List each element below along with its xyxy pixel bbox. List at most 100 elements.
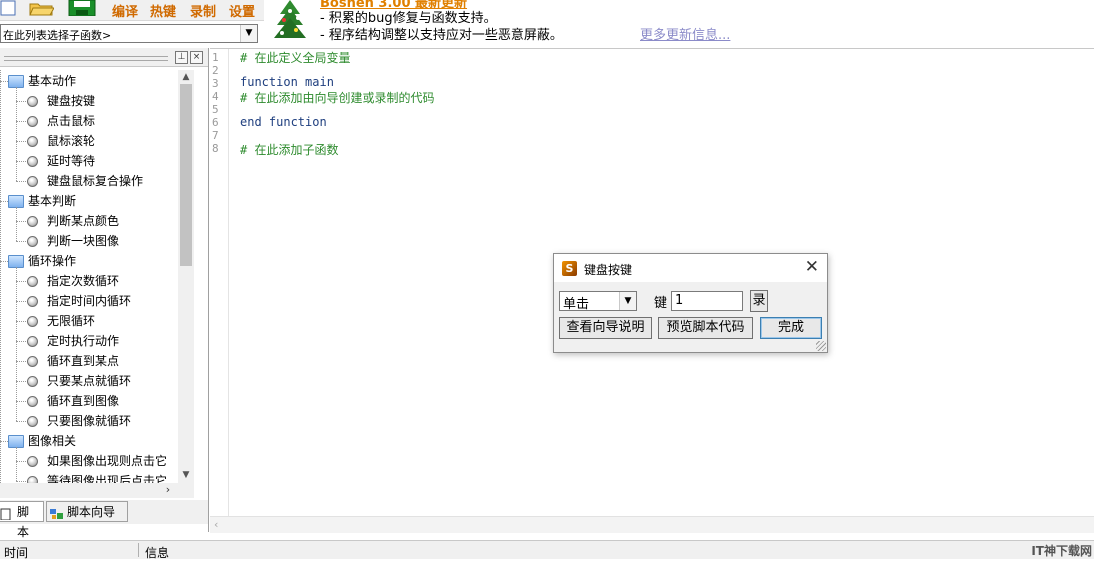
panel-grip[interactable] [4,56,168,61]
tree-item-label: 点击鼠标 [47,114,96,128]
tree-item-label: 循环直到图像 [47,394,120,408]
script-icon [0,506,13,521]
watermark: IT神下载网 [1031,544,1092,558]
command-bullet-icon [27,296,38,307]
tree-item-label: 延时等待 [47,154,96,168]
tree-connector [16,141,26,142]
line-number: 6 [212,116,219,129]
command-bullet-icon [27,216,38,227]
news-line-2: - 程序结构调整以支持应对一些恶意屏蔽。 [320,28,563,43]
command-bullet-icon [27,476,38,483]
tab-script[interactable]: 脚本 [0,501,44,539]
command-bullet-icon [27,96,38,107]
tree-connector [16,207,17,241]
command-bullet-icon [27,116,38,127]
command-bullet-icon [27,376,38,387]
open-folder-icon[interactable] [28,0,55,16]
tree-connector [16,481,26,482]
left-panel-header: ⊥ × [0,48,208,67]
close-icon[interactable]: ✕ [805,257,819,277]
scroll-down-arrow-icon[interactable]: ▼ [178,468,194,482]
dialog-title: 键盘按键 [584,263,633,277]
press-mode-value: 单击 [563,297,590,312]
resize-grip-icon[interactable] [816,341,826,351]
record-button[interactable]: 录制 [190,1,216,20]
record-key-button[interactable]: 录 [750,290,768,312]
new-file-icon[interactable] [0,0,22,16]
tree-connector [16,121,26,122]
tree-horizontal-scrollbar[interactable]: › [0,483,194,498]
status-separator [138,543,139,557]
chevron-down-icon[interactable]: ▼ [619,292,636,310]
tree-connector [16,381,26,382]
command-bullet-icon [27,176,38,187]
command-tree: 基本动作 键盘按键 点击鼠标 鼠标滚轮 延时等待 键盘鼠标复合操作 基本判断 判断某点颜色 判断… [0,70,178,483]
panel-dock-button[interactable]: ⊥ [175,51,188,64]
view-wizard-help-button[interactable]: 查看向导说明 [559,317,652,339]
tree-item-label: 键盘按键 [47,94,96,108]
tree-group-label: 图像相关 [28,434,77,448]
chevron-down-icon[interactable]: ▼ [240,25,257,42]
dialog-titlebar[interactable]: S 键盘按键 ✕ [554,254,827,282]
tree-connector [16,221,26,222]
tree-connector [16,301,26,302]
preview-script-button[interactable]: 预览脚本代码 [658,317,753,339]
hotkey-button[interactable]: 热键 [150,1,176,20]
tree-item-label: 指定时间内循环 [47,294,132,308]
scroll-left-arrow-icon[interactable]: ‹ [214,518,218,531]
tree-group-label: 基本动作 [28,74,77,88]
command-bullet-icon [27,156,38,167]
command-bullet-icon [27,416,38,427]
editor-horizontal-scrollbar[interactable]: ‹ [210,516,1094,533]
tree-item-label: 定时执行动作 [47,334,120,348]
tree-vertical-scrollbar[interactable]: ▲ ▼ [178,70,194,483]
done-button[interactable]: 完成 [760,317,822,339]
settings-button[interactable]: 设置 [229,1,255,20]
tree-connector [16,87,17,181]
tree-item-label: 无限循环 [47,314,96,328]
more-updates-link[interactable]: 更多更新信息... [640,24,730,43]
tree-connector [16,181,26,182]
tree-connector [16,447,17,481]
function-select-value: 在此列表选择子函数> [3,29,112,42]
tree-group-label: 基本判断 [28,194,77,208]
command-bullet-icon [27,276,38,287]
tab-script-wizard[interactable]: 脚本向导 [46,501,128,522]
line-number: 3 [212,77,219,90]
line-number: 1 [212,51,219,64]
scroll-thumb[interactable] [180,84,192,266]
function-select[interactable]: 在此列表选择子函数> ▼ [0,24,258,43]
tree-connector [16,161,26,162]
line-number-gutter: 12345678 [210,49,229,517]
tree-item-label: 只要图像就循环 [47,414,132,428]
tree-item-label: 循环直到某点 [47,354,120,368]
tree-item-label: 判断某点颜色 [47,214,120,228]
code-comment: # 在此添加子函数 [240,143,339,157]
command-bullet-icon [27,336,38,347]
key-input[interactable]: 1 [671,291,743,311]
command-bullet-icon [27,396,38,407]
tree-item-label: 键盘鼠标复合操作 [47,174,144,188]
command-bullet-icon [27,136,38,147]
command-bullet-icon [27,316,38,327]
christmas-tree-icon [272,0,308,42]
compile-button[interactable]: 编译 [112,1,138,20]
tree-connector [0,261,8,262]
app-logo-icon: S [562,261,577,276]
scroll-right-arrow-icon[interactable]: › [160,483,176,498]
wizard-icon [50,506,63,519]
tree-connector [16,281,26,282]
save-icon[interactable] [68,0,96,17]
tree-item-label: 等待图像出现后点击它 [47,474,168,483]
scroll-up-arrow-icon[interactable]: ▲ [178,70,194,84]
tree-connector [16,241,26,242]
tab-script-wizard-label: 脚本向导 [67,505,116,519]
panel-close-button[interactable]: × [190,51,203,64]
tree-item-label: 指定次数循环 [47,274,120,288]
command-bullet-icon [27,356,38,367]
main-toolbar: 编译 热键 录制 设置 [0,0,264,21]
press-mode-select[interactable]: 单击 ▼ [559,291,637,312]
tree-connector [0,70,1,483]
tree-connector [16,421,26,422]
command-bullet-icon [27,236,38,247]
